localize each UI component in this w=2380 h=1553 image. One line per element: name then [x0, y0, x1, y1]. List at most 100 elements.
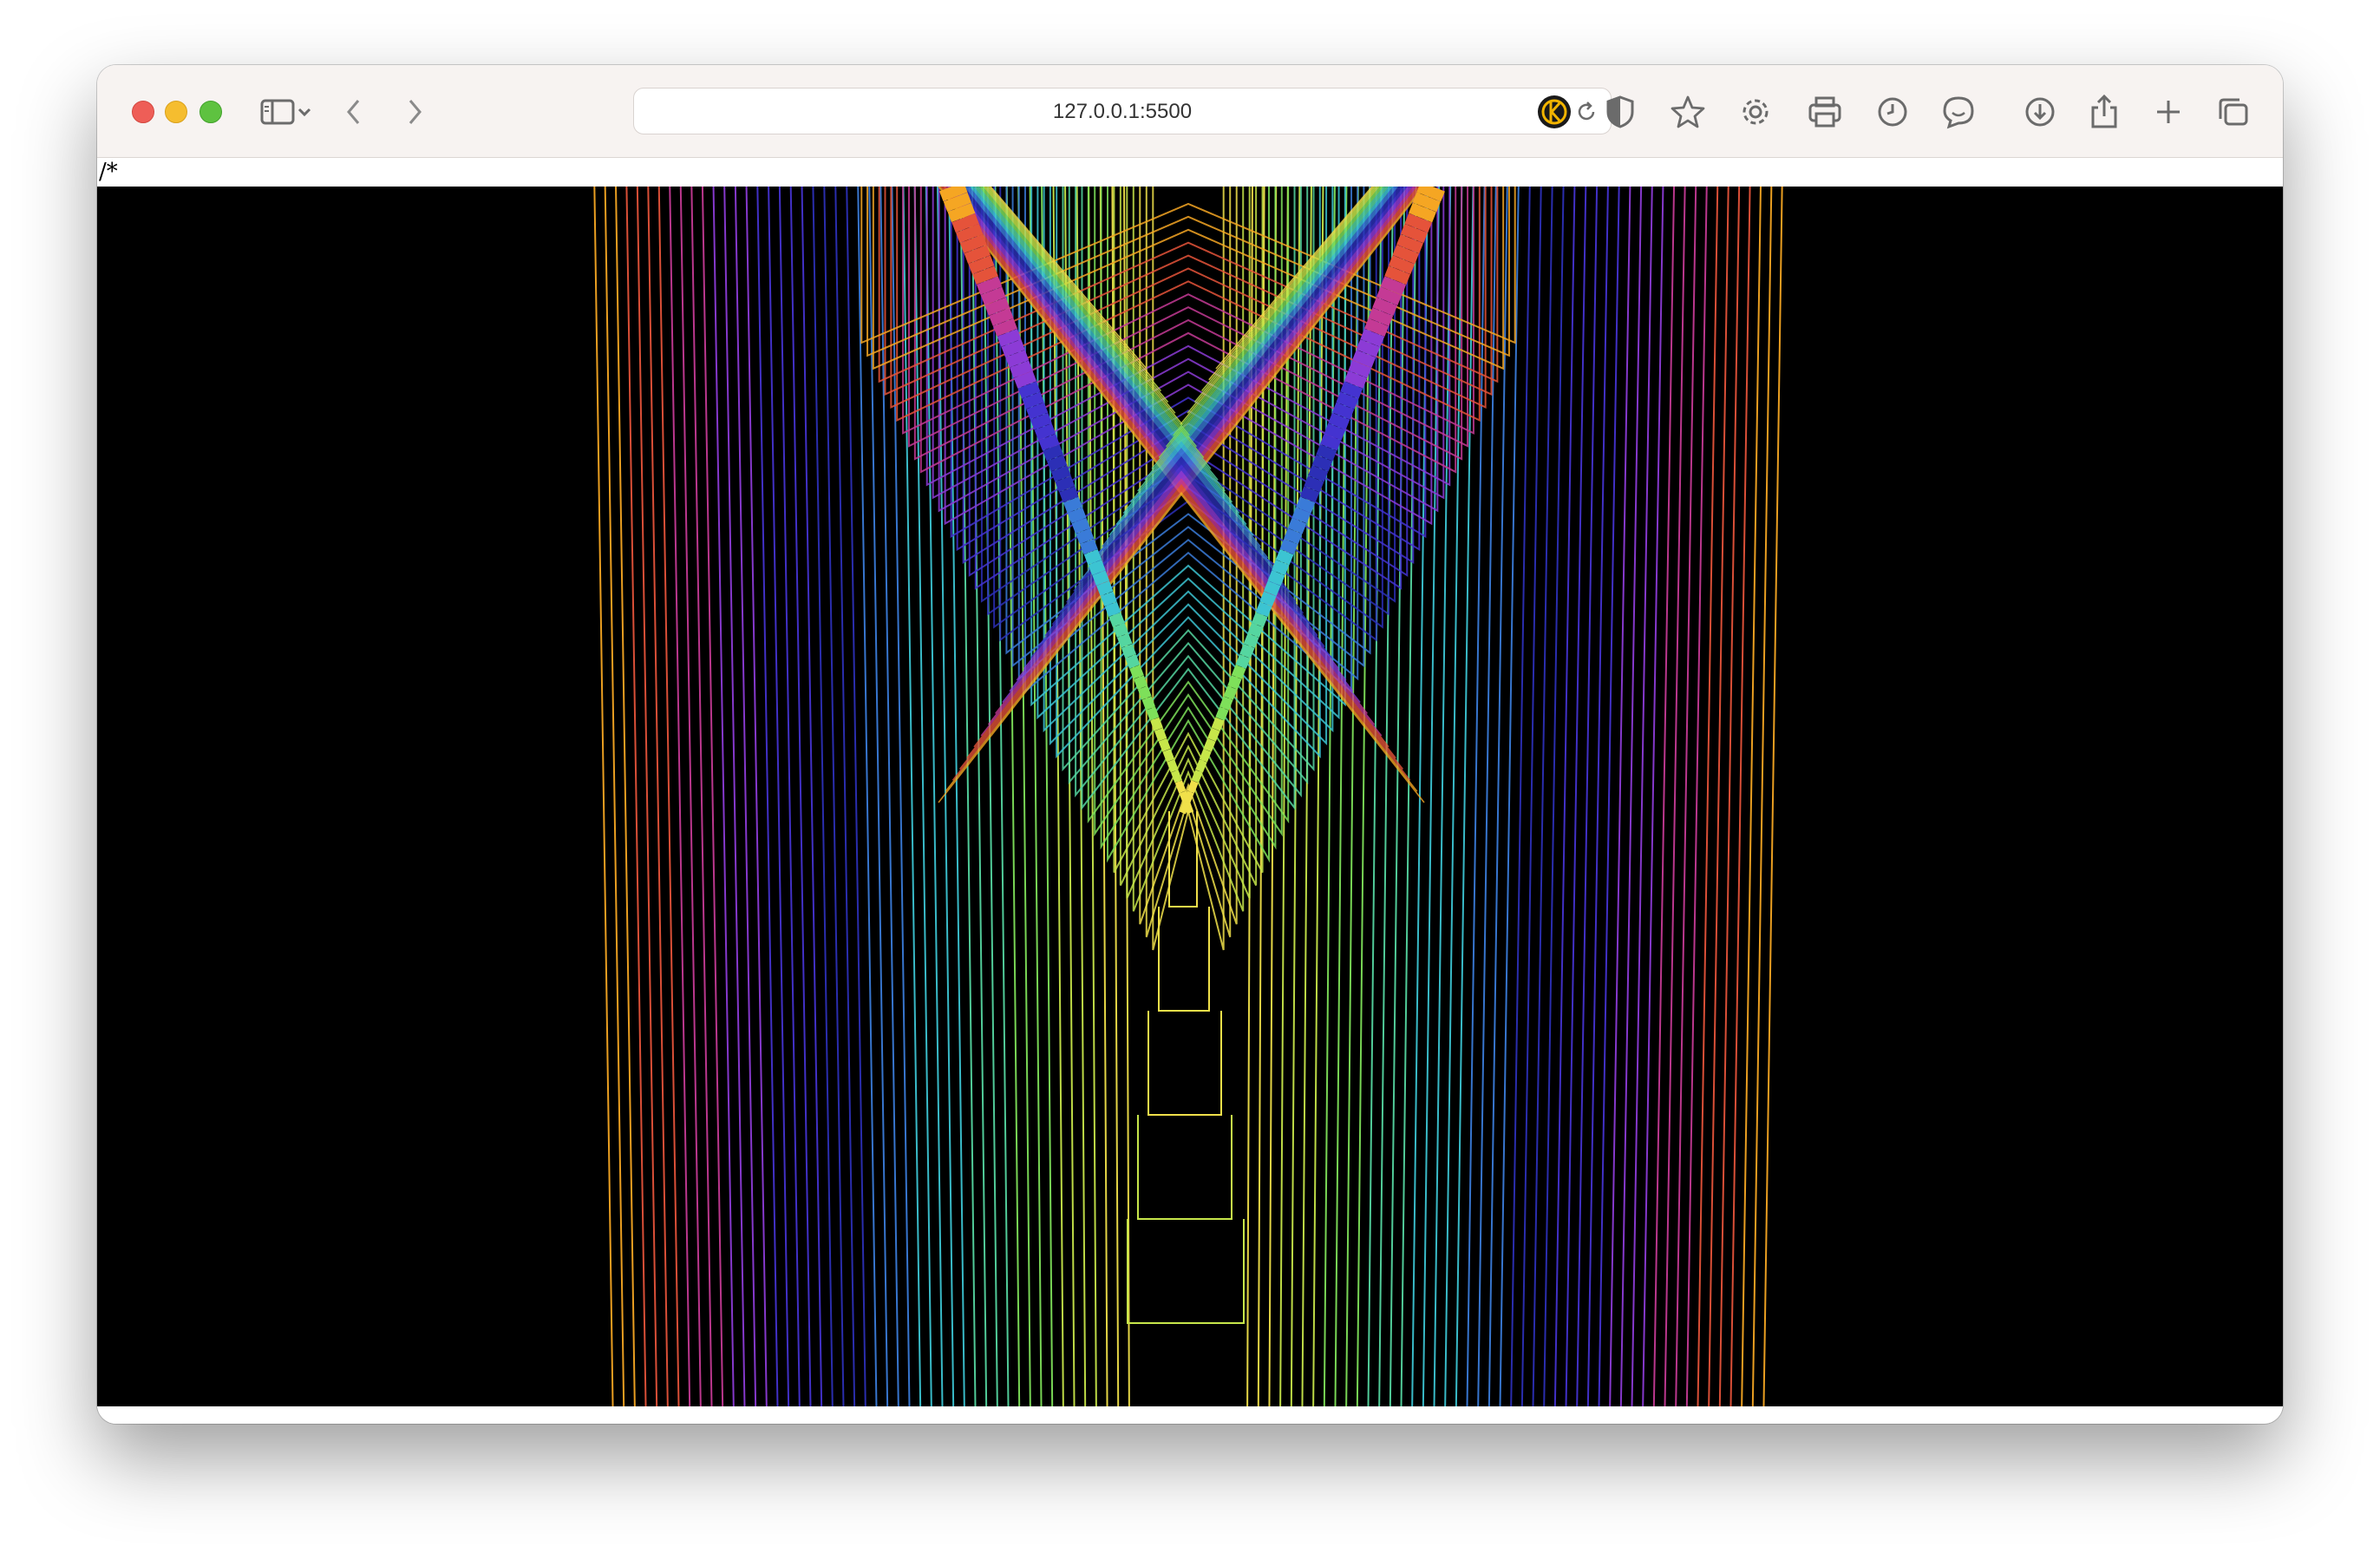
maximize-window-button[interactable]	[199, 101, 222, 123]
v-arm-right	[1380, 276, 1407, 296]
v-arm-left	[1146, 706, 1160, 721]
v-arm-left	[1167, 759, 1179, 773]
v-arm-right	[1416, 187, 1445, 202]
v-arm-left	[1038, 434, 1060, 451]
animation-canvas[interactable]	[97, 187, 2283, 1406]
v-arm-right	[1211, 717, 1225, 731]
v-arm-left	[959, 234, 987, 254]
minimize-window-button[interactable]	[165, 101, 187, 123]
chevron-left-icon[interactable]	[333, 91, 375, 133]
reload-icon[interactable]	[1571, 96, 1602, 128]
v-arm-right	[1275, 549, 1294, 566]
v-arm-right	[1284, 527, 1303, 545]
v-arm-left	[1129, 665, 1144, 679]
gear-icon[interactable]	[1735, 91, 1776, 133]
v-arm-left	[1055, 475, 1076, 493]
v-arm-left	[1141, 696, 1156, 711]
v-arm-left	[1063, 496, 1083, 514]
web-line	[1151, 187, 1385, 469]
v-arm-left	[976, 276, 1003, 295]
v-arm-left	[938, 187, 968, 202]
v-arm-right	[1187, 780, 1199, 794]
v-arm-left	[1108, 612, 1125, 627]
v-arm-right	[1191, 770, 1203, 783]
v-arm-right	[1183, 790, 1194, 804]
v-arm-left	[980, 286, 1006, 305]
v-arm-right	[1279, 538, 1298, 555]
extension-icon[interactable]	[1533, 91, 1575, 133]
v-arm-left	[964, 245, 991, 264]
v-arm-left	[1030, 412, 1052, 430]
v-arm-right	[1239, 643, 1255, 659]
v-arm-right	[1384, 265, 1411, 285]
v-arm-right	[1311, 455, 1333, 472]
page-content: /*	[97, 158, 2283, 1424]
v-arm-left	[1034, 423, 1056, 441]
v-arm-left	[1158, 737, 1171, 752]
v-arm-right	[1336, 391, 1359, 410]
v-arm-right	[1308, 465, 1329, 482]
v-arm-left	[1092, 570, 1110, 586]
v-arm-left	[1080, 539, 1098, 555]
web-line	[1144, 187, 1387, 481]
shield-icon[interactable]	[1599, 91, 1641, 133]
v-arm-right	[1376, 286, 1402, 306]
v-arm-left	[1071, 517, 1090, 534]
v-arm-right	[1272, 560, 1290, 576]
v-arm-right	[1364, 318, 1389, 337]
v-arm-right	[1299, 486, 1320, 503]
v-arm-left	[1010, 360, 1033, 378]
chevron-down-icon[interactable]	[291, 91, 317, 133]
close-window-button[interactable]	[132, 101, 154, 123]
browser-window: 127.0.0.1:5500 /*	[97, 65, 2283, 1424]
v-arm-right	[1227, 675, 1242, 690]
v-arm-right	[1404, 213, 1432, 233]
v-arm-right	[1304, 475, 1324, 493]
v-arm-right	[1235, 654, 1251, 669]
v-arm-left	[1013, 370, 1037, 389]
v-arm-left	[1059, 486, 1079, 503]
v-arm-right	[1356, 338, 1381, 357]
address-bar[interactable]: 127.0.0.1:5500	[633, 88, 1612, 134]
v-arm-right	[1215, 706, 1229, 721]
v-arm-left	[1096, 580, 1114, 596]
v-arm-left	[968, 255, 995, 274]
v-arm-right	[1203, 737, 1216, 752]
v-arm-right	[1255, 601, 1272, 617]
download-icon[interactable]	[2019, 91, 2061, 133]
v-arm-right	[1264, 580, 1281, 597]
v-arm-right	[1319, 433, 1342, 451]
v-arm-left	[997, 329, 1022, 347]
plus-icon[interactable]	[2148, 91, 2189, 133]
v-arm-left	[989, 307, 1014, 326]
printer-icon[interactable]	[1804, 91, 1846, 133]
v-arm-left	[1022, 391, 1044, 410]
v-arm-left	[1137, 685, 1152, 700]
clock-icon[interactable]	[1872, 91, 1913, 133]
chat-bubble-icon[interactable]	[1938, 91, 1979, 133]
v-arm-left	[1116, 632, 1133, 648]
v-arm-left	[1043, 444, 1064, 462]
star-icon[interactable]	[1667, 91, 1709, 133]
inner-box	[1137, 1115, 1232, 1220]
v-arm-right	[1340, 381, 1363, 399]
v-arm-right	[1287, 517, 1307, 534]
v-arm-left	[956, 224, 984, 244]
v-arm-right	[1199, 748, 1212, 763]
v-arm-right	[1247, 622, 1264, 638]
v-arm-right	[1372, 297, 1398, 317]
v-arm-left	[1154, 727, 1167, 742]
tabs-icon[interactable]	[2212, 91, 2253, 133]
v-arm-left	[1100, 591, 1117, 606]
url-text: 127.0.0.1:5500	[1052, 100, 1193, 123]
share-icon[interactable]	[2083, 91, 2125, 133]
v-arm-right	[1195, 759, 1207, 773]
v-arm-right	[1223, 685, 1238, 700]
v-arm-right	[1259, 591, 1277, 607]
v-arm-left	[1050, 465, 1071, 482]
v-arm-right	[1331, 402, 1355, 420]
chevron-right-icon[interactable]	[394, 91, 435, 133]
v-arm-right	[1316, 444, 1337, 462]
v-arm-left	[1083, 549, 1102, 566]
v-arm-left	[1170, 770, 1182, 783]
